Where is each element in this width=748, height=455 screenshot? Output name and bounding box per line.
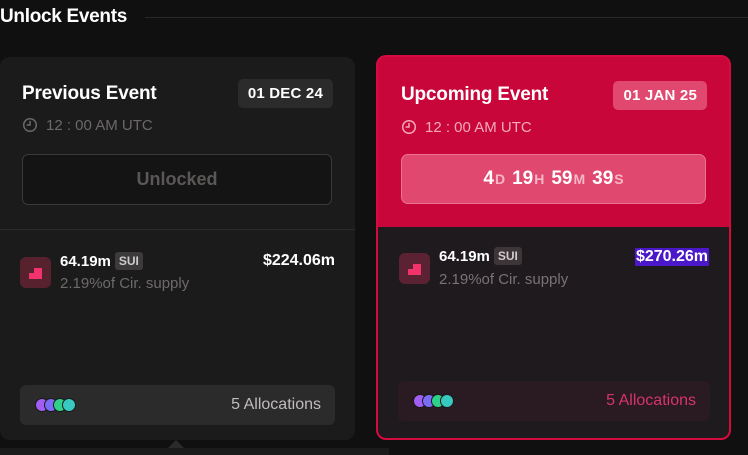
allocation-avatar <box>440 394 454 408</box>
upcoming-amount-row: 64.19m SUI <box>439 247 522 265</box>
previous-token-amount: 64.19m <box>60 252 111 270</box>
upcoming-supply-percent: 2.19%of Cir. supply <box>439 271 569 288</box>
countdown-hours-unit: H <box>534 171 545 187</box>
previous-token-ticker: SUI <box>114 252 143 270</box>
token-icon <box>20 257 51 288</box>
token-icon <box>399 253 430 284</box>
countdown-seconds-unit: S <box>614 171 624 187</box>
countdown-days-unit: D <box>494 171 506 187</box>
tooltip-pointer-icon <box>168 440 184 448</box>
allocation-avatar <box>62 398 76 412</box>
previous-supply-percent: 2.19%of Cir. supply <box>60 275 190 292</box>
previous-amount-row: 64.19m SUI <box>60 252 143 270</box>
upcoming-usd-value[interactable]: $270.26m <box>634 248 709 266</box>
clock-icon <box>22 117 38 133</box>
countdown-minutes-unit: M <box>573 171 586 187</box>
previous-event-header: Previous Event 01 DEC 24 12 : 00 AM UTC … <box>0 57 355 229</box>
previous-usd-value: $224.06m <box>262 252 335 269</box>
upcoming-event-details: 64.19m SUI 2.19%of Cir. supply $270.26m … <box>378 227 729 438</box>
previous-allocations-label: 5 Allocations <box>231 396 321 413</box>
section-title: Unlock Events <box>0 6 128 27</box>
upcoming-event-date: 01 JAN 25 <box>613 81 707 110</box>
countdown-hours: 19 <box>512 168 534 189</box>
allocation-avatars <box>413 394 473 408</box>
previous-event-time-row: 12 : 00 AM UTC <box>22 115 153 135</box>
countdown-minutes: 59 <box>551 168 573 189</box>
allocation-avatars <box>35 398 95 412</box>
upcoming-allocations-button[interactable]: 5 Allocations <box>398 381 710 421</box>
section-divider <box>145 17 748 18</box>
upcoming-token-ticker: SUI <box>493 247 522 265</box>
token-step-icon <box>408 264 421 275</box>
upcoming-event-time: 12 : 00 AM UTC <box>425 118 532 136</box>
upcoming-allocations-label: 5 Allocations <box>606 392 696 409</box>
previous-event-card[interactable]: Previous Event 01 DEC 24 12 : 00 AM UTC … <box>0 57 355 440</box>
tooltip-strip <box>0 448 389 455</box>
countdown-seconds: 39 <box>592 168 614 189</box>
section-header: Unlock Events <box>0 6 748 30</box>
upcoming-token-amount: 64.19m <box>439 247 490 265</box>
clock-icon <box>401 119 417 135</box>
countdown-timer: 4 D 19 H 59 M 39 S <box>401 154 706 204</box>
token-step-icon <box>29 268 42 279</box>
previous-event-date: 01 DEC 24 <box>237 79 333 108</box>
previous-event-details: 64.19m SUI 2.19%of Cir. supply $224.06m … <box>0 229 355 440</box>
upcoming-event-card[interactable]: Upcoming Event 01 JAN 25 12 : 00 AM UTC … <box>376 55 731 440</box>
unlocked-status: Unlocked <box>22 154 332 205</box>
upcoming-event-title: Upcoming Event <box>401 84 549 105</box>
previous-event-title: Previous Event <box>22 83 157 104</box>
upcoming-event-header: Upcoming Event 01 JAN 25 12 : 00 AM UTC … <box>378 57 729 229</box>
upcoming-event-time-row: 12 : 00 AM UTC <box>401 117 532 137</box>
countdown-days: 4 <box>483 168 494 189</box>
previous-allocations-button[interactable]: 5 Allocations <box>20 385 335 425</box>
previous-event-time: 12 : 00 AM UTC <box>46 116 153 134</box>
